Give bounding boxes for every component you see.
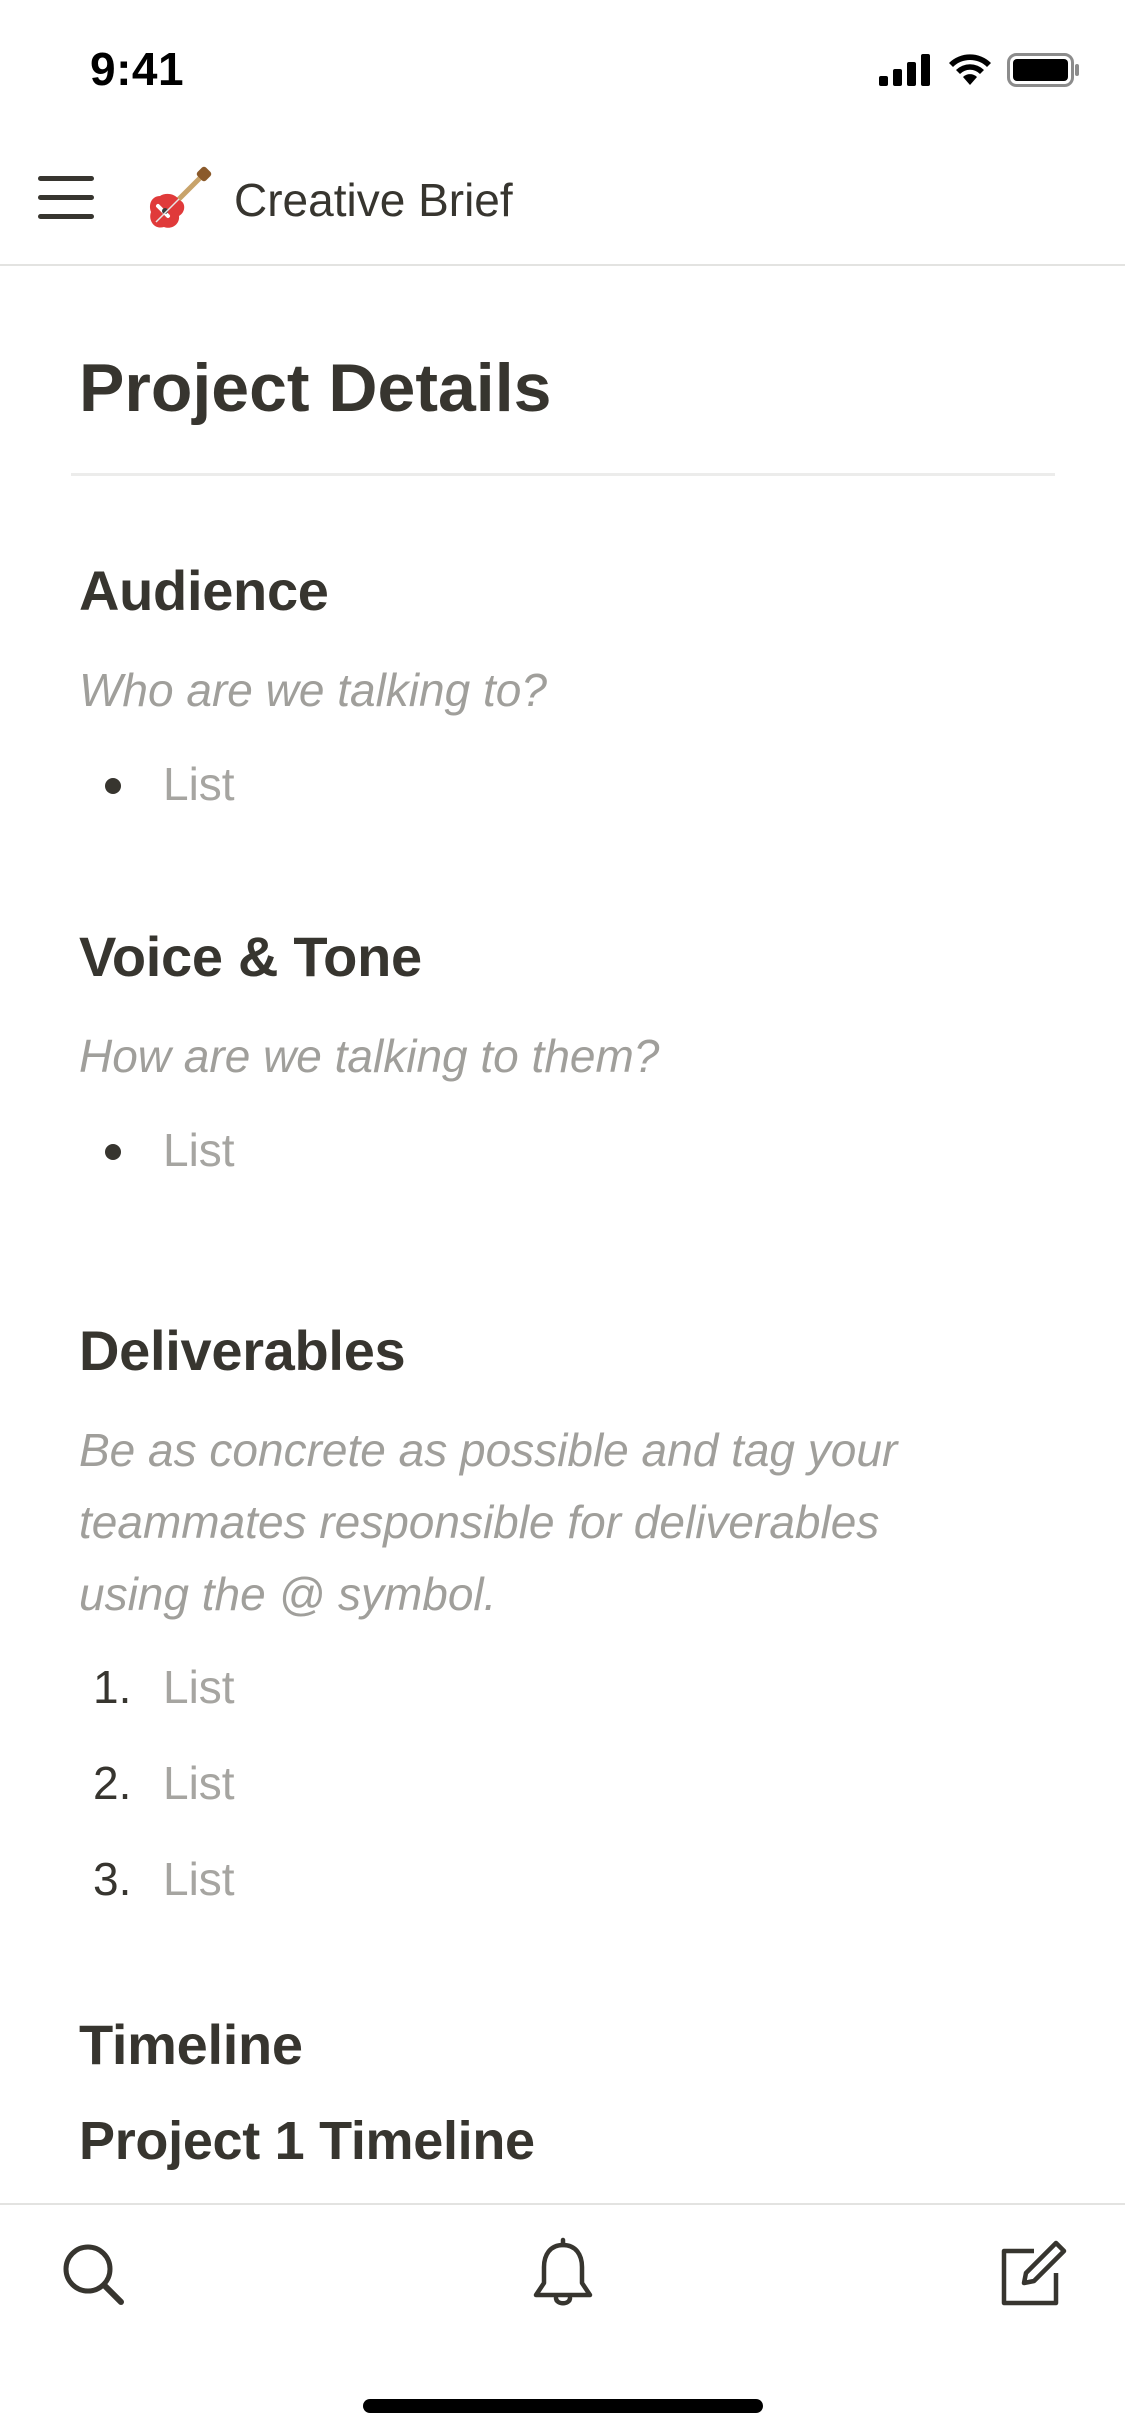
voice-tone-heading[interactable]: Voice & Tone [79, 922, 422, 992]
deliverables-description[interactable]: Be as concrete as possible and tag your … [79, 1414, 979, 1630]
wifi-icon [949, 54, 991, 85]
page-content: Project Details Audience Who are we talk… [0, 268, 1125, 2204]
compose-button[interactable] [990, 2235, 1070, 2315]
bell-icon [533, 2237, 593, 2306]
mobile-screen: 9:41 Creative Brief Project Details Audi… [0, 0, 1125, 2436]
search-button[interactable] [54, 2235, 134, 2315]
guitar-icon [150, 166, 212, 228]
menu-icon-line [38, 214, 94, 219]
list-item-text: List [163, 1853, 235, 1905]
compose-icon [1001, 2240, 1067, 2306]
list-item-text: List [163, 1757, 235, 1809]
audience-description[interactable]: Who are we talking to? [79, 654, 979, 726]
status-bar: 9:41 [0, 0, 1125, 132]
audience-heading[interactable]: Audience [79, 556, 329, 626]
bullet-icon [105, 778, 121, 794]
list-number: 3. [93, 1853, 132, 1905]
home-indicator[interactable] [363, 2399, 763, 2413]
divider [71, 473, 1055, 476]
list-number: 1. [93, 1661, 132, 1713]
list-item-text: List [163, 1124, 235, 1176]
voice-tone-description[interactable]: How are we talking to them? [79, 1020, 979, 1092]
bottom-tab-bar [0, 2203, 1125, 2436]
page-title-nav: Creative Brief [234, 174, 513, 226]
project-timeline-heading[interactable]: Project 1 Timeline [79, 2106, 535, 2176]
list-item-text: List [163, 1661, 235, 1713]
bullet-icon [105, 1144, 121, 1160]
menu-icon [38, 176, 94, 181]
list-item-text: List [163, 758, 235, 810]
menu-icon-line [38, 195, 94, 200]
list-number: 2. [93, 1757, 132, 1809]
deliverables-heading[interactable]: Deliverables [79, 1316, 406, 1386]
timeline-heading[interactable]: Timeline [79, 2010, 303, 2080]
cellular-signal-icon [879, 54, 930, 86]
search-icon [63, 2244, 124, 2305]
battery-icon [1007, 53, 1079, 87]
top-nav-bar: Creative Brief [0, 132, 1125, 266]
notifications-button[interactable] [523, 2235, 603, 2315]
page-title[interactable]: Project Details [79, 348, 551, 428]
status-icons [879, 50, 1081, 90]
status-time: 9:41 [90, 43, 185, 95]
menu-button[interactable] [38, 172, 94, 224]
